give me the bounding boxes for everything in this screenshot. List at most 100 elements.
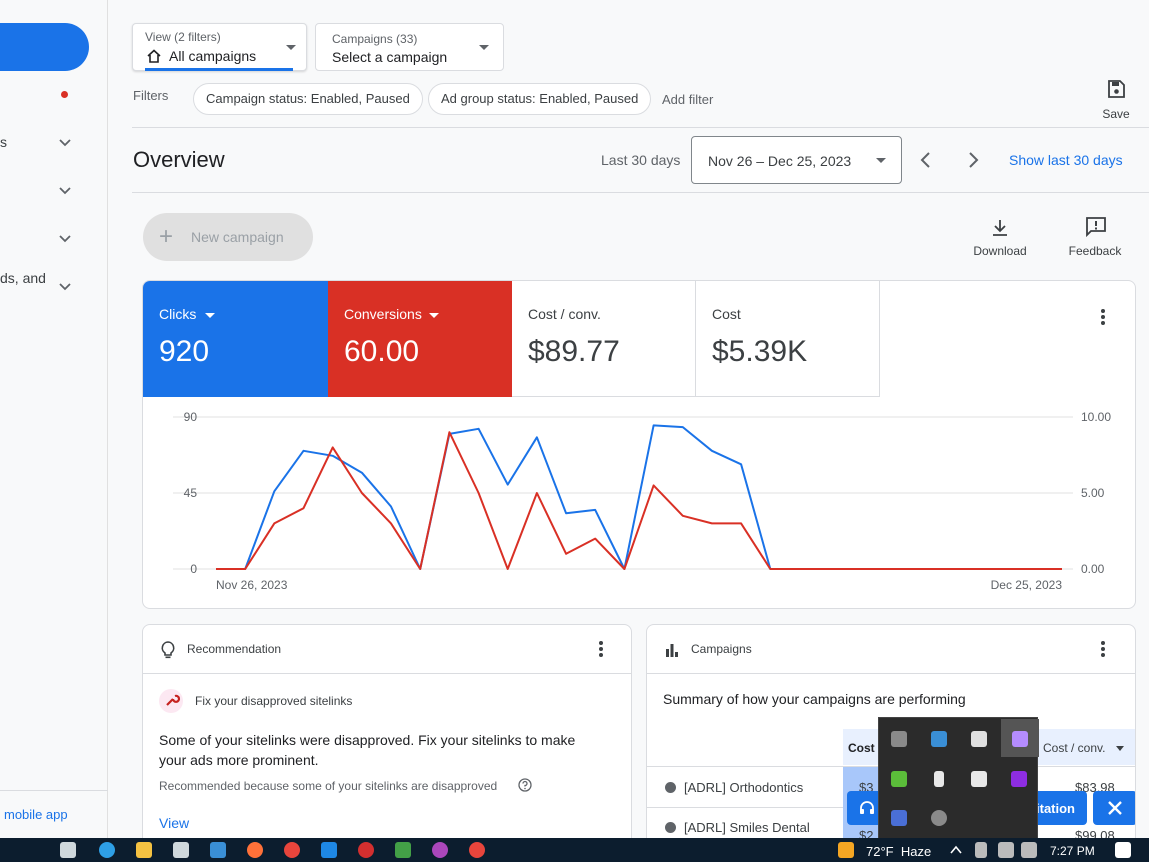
sidebar-item[interactable]: ds, and: [0, 264, 108, 304]
close-banner-button[interactable]: [1093, 791, 1135, 825]
add-filter-button[interactable]: Add filter: [662, 92, 713, 107]
more-vert-icon[interactable]: [1097, 639, 1109, 659]
teams-icon[interactable]: [891, 810, 907, 826]
pen-icon: [1012, 731, 1028, 747]
save-icon[interactable]: [1106, 79, 1126, 99]
mobile-app-link[interactable]: mobile app: [4, 807, 68, 822]
download-icon[interactable]: [990, 218, 1010, 238]
help-icon[interactable]: [518, 778, 532, 792]
chevron-left-icon[interactable]: [918, 151, 934, 169]
recommendation-title: Fix your disapproved sitelinks: [195, 694, 353, 708]
status-icon: [665, 782, 676, 793]
show-last-30-days-link[interactable]: Show last 30 days: [1009, 152, 1123, 168]
sidebar-item[interactable]: [0, 176, 108, 206]
usb-icon[interactable]: [975, 842, 987, 858]
windows-taskbar: 72°F Haze 7:27 PM: [0, 838, 1149, 862]
skype-taskbar-icon[interactable]: [321, 842, 337, 858]
filter-chip-ad-group-status[interactable]: Ad group status: Enabled, Paused: [428, 83, 652, 115]
cloud-off-icon[interactable]: [891, 731, 907, 747]
metric-value: $5.39K: [712, 335, 808, 368]
more-vert-icon[interactable]: [595, 639, 607, 659]
metric-tile-clicks[interactable]: Clicks 920: [143, 281, 328, 397]
column-header-cost[interactable]: Cost: [848, 741, 875, 755]
feedback-icon[interactable]: [1085, 216, 1107, 238]
caret-down-icon: [286, 45, 296, 50]
metric-tile-conversions[interactable]: Conversions 60.00: [328, 281, 512, 397]
home-icon: [147, 49, 161, 63]
card-header: Recommendation: [187, 642, 282, 656]
campaign-name[interactable]: [ADRL] Orthodontics: [684, 780, 803, 795]
download-button[interactable]: Download: [965, 244, 1035, 258]
active-underline: [145, 68, 293, 71]
create-button[interactable]: [0, 23, 89, 71]
check-app-icon[interactable]: [891, 771, 907, 787]
chrome-icon[interactable]: [284, 842, 300, 858]
chevron-right-icon[interactable]: [965, 151, 981, 169]
performance-card: Clicks 920 Conversions 60.00 Cost / conv…: [142, 280, 1136, 609]
left-sidebar: s ds, and mobile app: [0, 0, 108, 838]
wrench-icon: [159, 689, 183, 713]
sidebar-item[interactable]: [0, 224, 108, 254]
y-left-tick-label: 90: [184, 410, 198, 424]
store-icon[interactable]: [173, 842, 189, 858]
purple-app-icon[interactable]: [1011, 771, 1027, 787]
sidebar-divider: [0, 790, 108, 791]
volume-icon[interactable]: [1021, 842, 1037, 858]
column-header-cost-per-conv[interactable]: Cost / conv.: [1043, 741, 1105, 755]
chrome-alt-icon[interactable]: [469, 842, 485, 858]
firefox-icon[interactable]: [247, 842, 263, 858]
task-view-icon[interactable]: [60, 842, 76, 858]
chevron-down-icon: [59, 235, 71, 243]
sidebar-item[interactable]: s: [0, 128, 108, 158]
metric-tile-cost[interactable]: Cost $5.39K: [696, 281, 880, 397]
microphone-icon[interactable]: [934, 771, 944, 787]
chevron-down-icon: [59, 283, 71, 291]
card-divider: [143, 673, 631, 674]
caret-down-icon: [429, 313, 439, 318]
network-app-icon[interactable]: [931, 731, 947, 747]
date-range-picker[interactable]: Nov 26 – Dec 25, 2023: [691, 136, 902, 184]
weather-text[interactable]: 72°F Haze: [866, 844, 931, 859]
clock[interactable]: 7:27 PM: [1050, 844, 1095, 858]
filter-chip-campaign-status[interactable]: Campaign status: Enabled, Paused: [193, 83, 423, 115]
close-icon: [1108, 801, 1122, 815]
campaign-name[interactable]: [ADRL] Smiles Dental: [684, 820, 810, 835]
view-filter-dropdown[interactable]: View (2 filters) All campaigns: [132, 23, 307, 71]
metric-label: Cost / conv.: [528, 306, 601, 322]
file-explorer-icon[interactable]: [136, 842, 152, 858]
view-recommendation-link[interactable]: View: [159, 815, 189, 831]
new-campaign-label: New campaign: [191, 229, 284, 245]
mail-icon[interactable]: [210, 842, 226, 858]
photos-icon[interactable]: [432, 842, 448, 858]
sidebar-item-label: s: [0, 134, 7, 150]
tray-item-hover[interactable]: [1001, 719, 1039, 757]
new-campaign-button[interactable]: + New campaign: [143, 213, 313, 261]
metric-tile-cost-per-conv[interactable]: Cost / conv. $89.77: [512, 281, 696, 397]
overview-divider: [132, 192, 1149, 193]
network-icon[interactable]: [998, 842, 1014, 858]
campaign-select-dropdown[interactable]: Campaigns (33) Select a campaign: [315, 23, 504, 71]
date-range-label: Last 30 days: [601, 152, 681, 168]
weather-icon[interactable]: [838, 842, 854, 858]
sidebar-item-label: ds, and: [0, 270, 46, 286]
y-left-tick-label: 0: [190, 562, 197, 576]
edge-icon[interactable]: [99, 842, 115, 858]
notification-dot: [61, 91, 68, 98]
caret-down-icon: [876, 158, 886, 163]
notifications-icon[interactable]: [1115, 842, 1131, 858]
caret-down-icon: [205, 313, 215, 318]
metric-label: Cost: [712, 306, 741, 322]
security-shield-icon[interactable]: [971, 731, 987, 747]
chevron-up-icon[interactable]: [950, 845, 962, 855]
view-filter-label: View (2 filters): [145, 30, 221, 44]
feedback-button[interactable]: Feedback: [1060, 244, 1130, 258]
card-header: Campaigns: [691, 642, 752, 656]
more-vert-icon[interactable]: [1097, 307, 1109, 327]
save-button[interactable]: Save: [1096, 107, 1136, 121]
slack-icon[interactable]: [971, 771, 987, 787]
camtasia-icon[interactable]: [395, 842, 411, 858]
opera-icon[interactable]: [358, 842, 374, 858]
metric-value: 920: [159, 335, 210, 368]
recommendation-reason: Recommended because some of your sitelin…: [159, 779, 498, 793]
skype-icon[interactable]: [931, 810, 947, 826]
